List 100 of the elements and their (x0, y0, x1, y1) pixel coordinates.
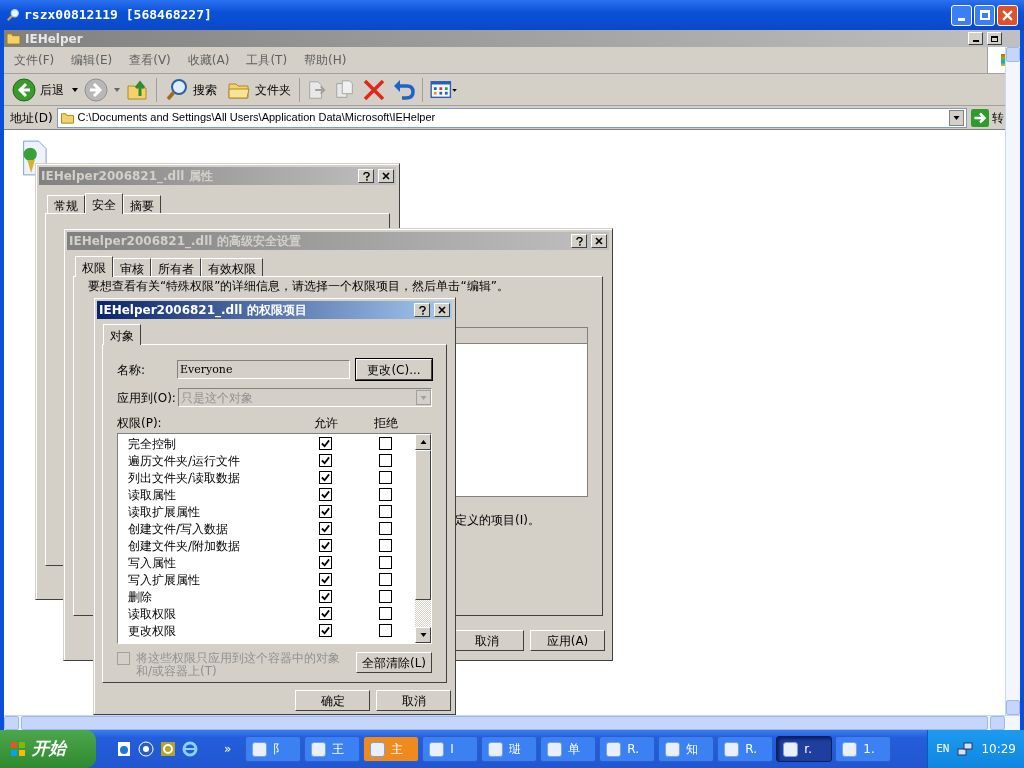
toolbar-button[interactable]: 搜索 (163, 77, 219, 102)
dialog-tab[interactable]: 所有者 (151, 258, 201, 276)
menu-item[interactable]: 文件(F) (14, 51, 55, 69)
taskbar-button[interactable]: 单 (540, 736, 597, 762)
menu-item[interactable]: 工具(T) (246, 51, 288, 69)
help-button[interactable] (414, 303, 430, 317)
dialog-tab[interactable]: 审核 (113, 258, 151, 276)
checkbox[interactable] (378, 505, 392, 518)
horizontal-scrollbar[interactable] (4, 715, 1020, 730)
checkbox[interactable] (378, 624, 392, 637)
checkbox[interactable] (378, 471, 392, 484)
taskbar-button[interactable]: R. (717, 736, 774, 762)
dialog-title: IEHelper2006821_.dll 的权限项目 (99, 302, 308, 319)
dialog-button[interactable]: 应用(A) (530, 630, 605, 651)
taskbar-button[interactable]: r. (776, 736, 833, 762)
checkbox[interactable] (318, 590, 332, 603)
checkbox[interactable] (318, 522, 332, 535)
browser-icon[interactable] (116, 741, 132, 757)
dialog-tab[interactable]: 权限 (75, 256, 113, 277)
taskbar-button[interactable]: 1. (835, 736, 892, 762)
start-button[interactable]: 开始 (0, 730, 96, 768)
maximize-button[interactable] (974, 4, 995, 26)
taskbar-button[interactable]: 知 (658, 736, 715, 762)
checkbox[interactable] (318, 437, 332, 450)
scrollbar-thumb[interactable] (415, 450, 431, 600)
help-button[interactable] (571, 234, 587, 248)
name-field[interactable]: Everyone (177, 360, 350, 379)
checkbox[interactable] (378, 454, 392, 467)
search-icon[interactable] (165, 77, 189, 102)
close-button[interactable] (378, 169, 394, 183)
help-button[interactable] (358, 169, 374, 183)
checkbox[interactable] (318, 556, 332, 569)
vertical-scrollbar[interactable] (1005, 47, 1020, 715)
dialog-button[interactable]: 确定 (295, 690, 370, 711)
dialog-button[interactable]: 更改(C)... (356, 359, 432, 380)
dialog-tab[interactable]: 安全 (85, 193, 123, 214)
taskbar-button[interactable]: 琎 (481, 736, 538, 762)
app-icon (547, 741, 563, 757)
menu-item[interactable]: 编辑(E) (71, 51, 113, 69)
dropdown-arrow-icon[interactable] (72, 87, 78, 92)
dialog-tab[interactable]: 摘要 (123, 195, 161, 213)
taskbar-button[interactable]: R. (599, 736, 656, 762)
taskbar-button[interactable]: 王 (304, 736, 361, 762)
views-icon[interactable] (429, 78, 459, 101)
checkbox[interactable] (318, 454, 332, 467)
checkbox[interactable] (378, 437, 392, 450)
back-icon[interactable] (12, 77, 36, 102)
dialog-tab[interactable]: 对象 (103, 324, 141, 345)
permission-name: 创建文件夹/附加数据 (127, 537, 242, 555)
list-scrollbar[interactable] (415, 434, 431, 643)
dialog-tab[interactable]: 常规 (47, 195, 85, 213)
app-icon (783, 741, 799, 757)
toolbar-button[interactable]: 后退 (10, 77, 66, 102)
checkbox[interactable] (318, 539, 332, 552)
checkbox[interactable] (318, 488, 332, 501)
media-icon[interactable] (138, 741, 154, 757)
dialog-button[interactable]: 取消 (376, 690, 451, 711)
checkbox[interactable] (318, 573, 332, 586)
forward-icon[interactable] (84, 77, 108, 102)
close-button[interactable] (434, 303, 450, 317)
checkbox[interactable] (378, 573, 392, 586)
taskbar-button[interactable]: 阝 (245, 736, 302, 762)
menu-item[interactable]: 查看(V) (129, 51, 171, 69)
magnifier-icon (6, 8, 20, 22)
more-button[interactable]: » (218, 740, 246, 758)
checkbox[interactable] (378, 607, 392, 620)
windows-logo-icon (10, 741, 26, 757)
dialog-tab[interactable]: 有效权限 (201, 258, 263, 276)
dropdown-button[interactable] (949, 109, 964, 126)
dropdown-arrow-icon (953, 115, 960, 120)
clock-icon[interactable] (160, 741, 176, 757)
column-header: 允许 (313, 415, 339, 432)
checkbox[interactable] (318, 471, 332, 484)
checkbox[interactable] (378, 522, 392, 535)
minimize-button[interactable] (968, 32, 983, 45)
checkbox[interactable] (318, 624, 332, 637)
restore-button[interactable] (987, 32, 1002, 45)
address-field[interactable]: C:\Documents and Settings\All Users\Application Data\Microsoft\IEHelper (56, 107, 967, 128)
checkbox[interactable] (378, 488, 392, 501)
checkbox[interactable] (318, 505, 332, 518)
app-icon (724, 741, 740, 757)
toolbar-button[interactable]: 文件夹 (225, 77, 293, 102)
network-icon[interactable] (957, 741, 974, 757)
inherit-note: 定义的项目(I)。 (455, 512, 540, 529)
scroll-up-icon[interactable] (419, 440, 427, 444)
checkbox[interactable] (378, 590, 392, 603)
scroll-down-icon[interactable] (419, 633, 427, 637)
dialog-button[interactable]: 全部清除(L) (356, 652, 432, 673)
checkbox[interactable] (378, 539, 392, 552)
go-button[interactable]: 转 (971, 108, 1005, 127)
permission-list[interactable]: 完全控制 遍历文件夹/运行文件 列出文件夹/读取数据 读取属性 读取扩展属性 创建文件/写入数据 创建文件夹/附加数据 写入属性 写入扩展属性 删除 读取权限 更改权限 (117, 433, 432, 644)
delete-icon[interactable] (362, 77, 386, 102)
arrow-right-icon (971, 108, 989, 127)
close-button[interactable] (591, 234, 607, 248)
menu-item[interactable]: 帮助(H) (304, 51, 347, 69)
permission-name: 列出文件夹/读取数据 (127, 469, 242, 487)
checkbox[interactable] (318, 607, 332, 620)
taskbar-button[interactable]: I (422, 736, 479, 762)
menu-item[interactable]: 收藏(A) (187, 51, 230, 69)
checkbox[interactable] (378, 556, 392, 569)
